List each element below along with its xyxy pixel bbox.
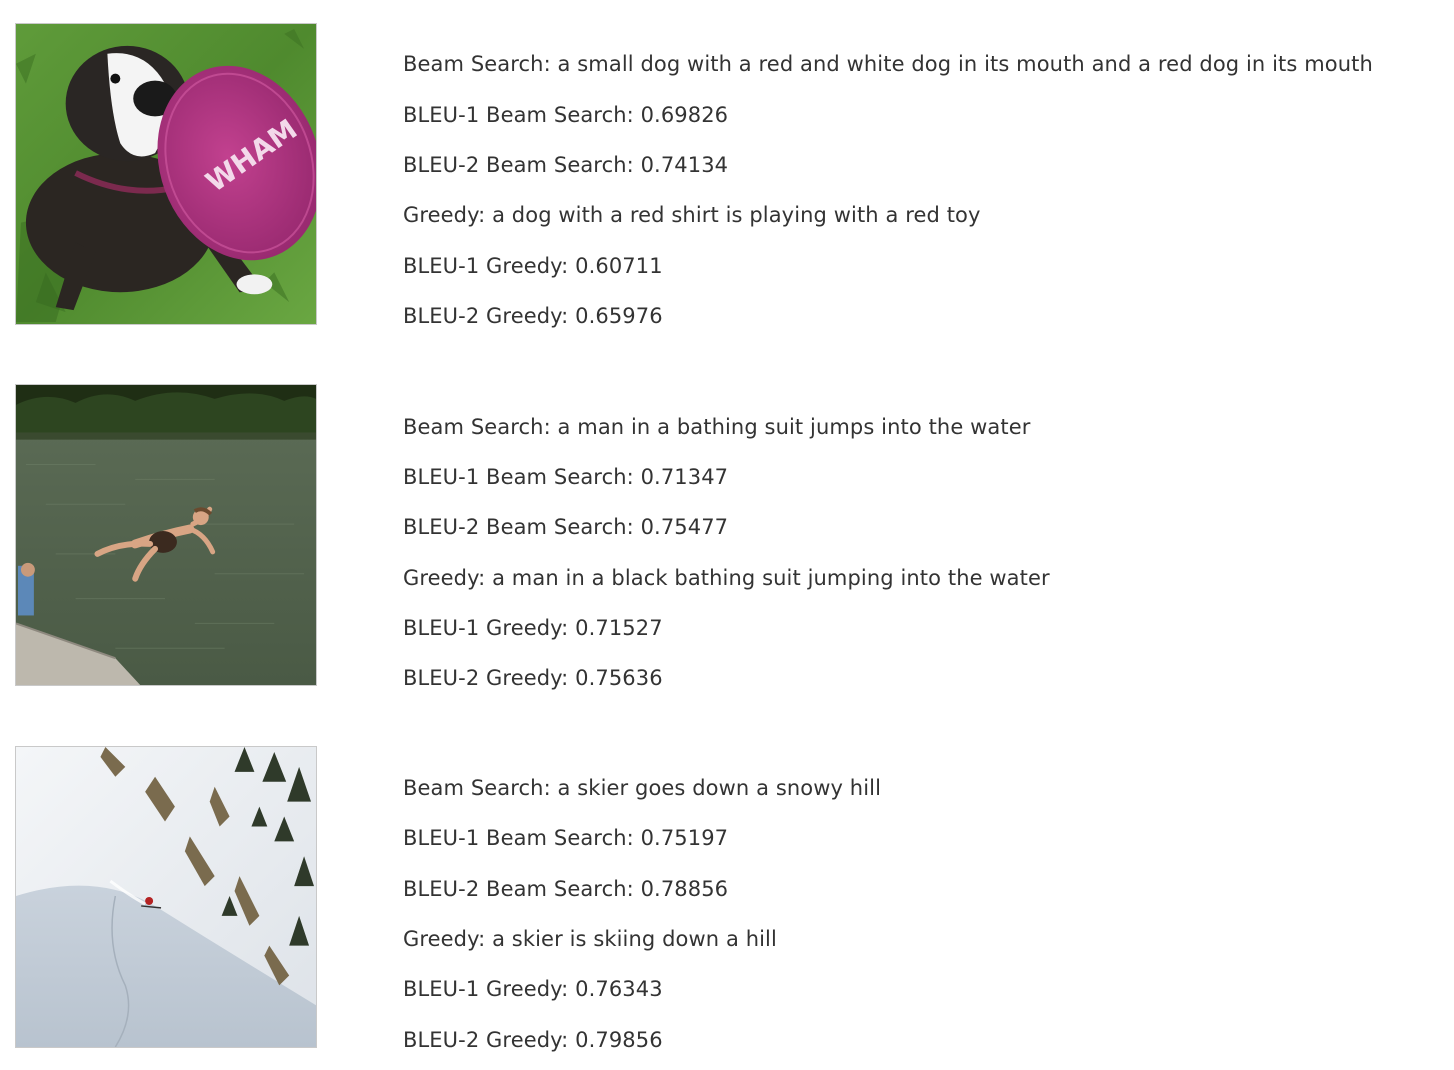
greedy-caption: Greedy: a dog with a red shirt is playin… [403, 203, 981, 227]
bleu1-beam-score: BLEU-1 Beam Search: 0.75197 [403, 826, 729, 850]
bleu1-greedy-score: BLEU-1 Greedy: 0.71527 [403, 616, 663, 640]
greedy-caption: Greedy: a skier is skiing down a hill [403, 927, 777, 951]
bleu2-greedy-score: BLEU-2 Greedy: 0.75636 [403, 666, 663, 690]
person-diving-into-water-image [15, 384, 317, 686]
dog-with-frisbee-image: WHAM [15, 23, 317, 325]
bleu1-beam-score: BLEU-1 Beam Search: 0.69826 [403, 103, 729, 127]
greedy-caption: Greedy: a man in a black bathing suit ju… [403, 566, 1050, 590]
beam-search-caption: Beam Search: a skier goes down a snowy h… [403, 776, 882, 800]
bleu2-greedy-score: BLEU-2 Greedy: 0.65976 [403, 304, 663, 328]
beam-search-caption: Beam Search: a man in a bathing suit jum… [403, 415, 1031, 439]
bleu2-beam-score: BLEU-2 Beam Search: 0.78856 [403, 877, 729, 901]
bleu1-greedy-score: BLEU-1 Greedy: 0.60711 [403, 254, 663, 278]
bleu2-greedy-score: BLEU-2 Greedy: 0.79856 [403, 1028, 663, 1052]
bleu2-beam-score: BLEU-2 Beam Search: 0.75477 [403, 515, 729, 539]
bleu2-beam-score: BLEU-2 Beam Search: 0.74134 [403, 153, 729, 177]
skier-on-snowy-slope-image [15, 746, 317, 1048]
beam-search-caption: Beam Search: a small dog with a red and … [403, 52, 1373, 76]
bleu1-greedy-score: BLEU-1 Greedy: 0.76343 [403, 977, 663, 1001]
bleu1-beam-score: BLEU-1 Beam Search: 0.71347 [403, 465, 729, 489]
